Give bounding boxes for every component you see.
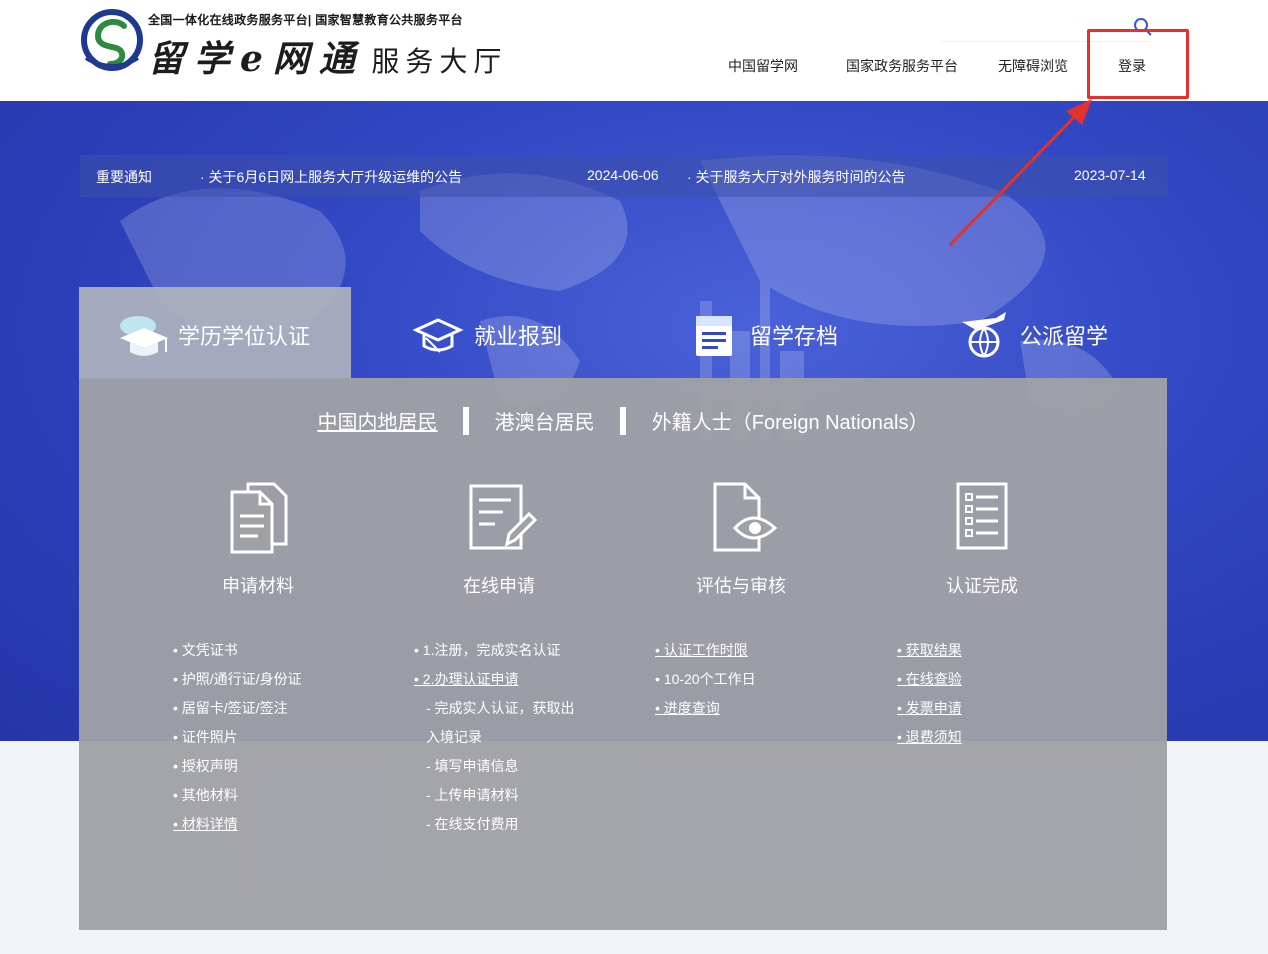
progress-query-link[interactable]: • 进度查询: [655, 696, 756, 725]
list-item: • 文凭证书: [173, 642, 238, 658]
employment-cap-icon: [412, 318, 464, 353]
apply-certification-link[interactable]: • 2.办理认证申请: [414, 667, 575, 696]
tab-hk-macao-taiwan-residents[interactable]: 港澳台居民: [495, 406, 595, 435]
notice-heading: 重要通知: [96, 169, 152, 185]
site-logo[interactable]: 全国一体化在线政务服务平台| 国家智慧教育公共服务平台 留学e网通 服务大厅: [80, 8, 510, 88]
step-certification-complete[interactable]: 认证完成: [902, 478, 1062, 598]
step-application-materials[interactable]: 申请材料: [178, 478, 338, 598]
list-item: - 上传申请材料: [426, 787, 519, 803]
step-online-application[interactable]: 在线申请: [419, 478, 579, 598]
logo-emblem-icon: [81, 9, 143, 71]
certification-panel: 中国内地居民 港澳台居民 外籍人士（Foreign Nationals） 申请材…: [79, 378, 1167, 930]
form-edit-icon: [469, 484, 538, 550]
step-evaluation-review[interactable]: 评估与审核: [661, 478, 821, 598]
list-item: - 完成实人认证，获取出: [426, 700, 575, 716]
brand-name: 留学e网通: [148, 38, 365, 80]
annotation-arrow-icon: [948, 99, 1092, 247]
brand-title: 留学e网通 服务大厅: [148, 30, 507, 82]
checklist-icon: [956, 482, 1008, 550]
step-label: 申请材料: [222, 576, 294, 596]
site-header: 全国一体化在线政务服务平台| 国家智慧教育公共服务平台 留学e网通 服务大厅 中…: [0, 0, 1268, 101]
notice-item-date: 2024-06-06: [587, 167, 659, 183]
tab-study-archive[interactable]: 留学存档: [686, 300, 838, 370]
evaluation-list: • 认证工作时限 • 10-20个工作日 • 进度查询: [655, 638, 756, 725]
brand-suffix: 服务大厅: [371, 46, 508, 77]
list-item: • 10-20个工作日: [655, 671, 756, 687]
notice-item-link[interactable]: · 关于6月6日网上服务大厅升级运维的公告: [200, 167, 462, 187]
resident-type-tabs: 中国内地居民 港澳台居民 外籍人士（Foreign Nationals）: [79, 406, 1167, 436]
archive-folder-icon: [696, 316, 732, 356]
tab-degree-certification[interactable]: 学历学位认证: [114, 300, 310, 370]
platform-subtitle: 全国一体化在线政务服务平台| 国家智慧教育公共服务平台: [148, 13, 463, 27]
tab-label: 就业报到: [474, 324, 563, 349]
nav-accessibility[interactable]: 无障碍浏览: [998, 56, 1068, 76]
refund-notice-link[interactable]: • 退费须知: [897, 725, 962, 754]
tab-separator: [463, 406, 470, 435]
processing-time-link[interactable]: • 认证工作时限: [655, 638, 756, 667]
list-item: - 填写申请信息: [426, 758, 519, 774]
graduation-cap-icon: [120, 316, 168, 356]
list-item: • 授权声明: [173, 758, 238, 774]
tab-label: 学历学位认证: [178, 324, 311, 349]
tab-mainland-residents[interactable]: 中国内地居民: [318, 406, 438, 435]
documents-icon: [230, 482, 288, 554]
list-item: • 1.注册，完成实名认证: [414, 642, 561, 658]
nav-study-china[interactable]: 中国留学网: [728, 56, 798, 76]
airplane-globe-icon: [962, 312, 1006, 358]
list-item: 入境记录: [426, 729, 482, 745]
tab-label: 留学存档: [750, 324, 839, 349]
materials-details-link[interactable]: • 材料详情: [173, 812, 302, 841]
materials-list: • 文凭证书 • 护照/通行证/身份证 • 居留卡/签证/签注 • 证件照片 •…: [173, 638, 302, 841]
tab-label: 公派留学: [1020, 324, 1109, 349]
list-item: • 护照/通行证/身份证: [173, 671, 302, 687]
list-item: - 在线支付费用: [426, 816, 519, 832]
list-item: • 证件照片: [173, 729, 238, 745]
invoice-request-link[interactable]: • 发票申请: [897, 696, 962, 725]
list-item: • 其他材料: [173, 787, 238, 803]
online-verification-link[interactable]: • 在线查验: [897, 667, 962, 696]
completion-list: • 获取结果 • 在线查验 • 发票申请 • 退费须知: [897, 638, 962, 754]
get-result-link[interactable]: • 获取结果: [897, 638, 962, 667]
step-label: 在线申请: [463, 576, 535, 596]
tab-government-sponsored-study[interactable]: 公派留学: [956, 300, 1108, 370]
tab-separator: [620, 406, 627, 435]
tab-employment-registration[interactable]: 就业报到: [410, 300, 562, 370]
nav-gov-service-platform[interactable]: 国家政务服务平台: [846, 56, 958, 76]
online-application-list: • 1.注册，完成实名认证 • 2.办理认证申请 - 完成实人认证，获取出 入境…: [414, 638, 575, 841]
step-label: 评估与审核: [696, 576, 786, 596]
tab-foreign-nationals[interactable]: 外籍人士（Foreign Nationals）: [652, 406, 929, 435]
list-item: • 居留卡/签证/签注: [173, 700, 288, 716]
login-highlight-box: [1087, 29, 1189, 99]
step-label: 认证完成: [946, 576, 1018, 596]
notice-item-link[interactable]: · 关于服务大厅对外服务时间的公告: [687, 167, 906, 187]
document-eye-icon: [713, 482, 778, 552]
